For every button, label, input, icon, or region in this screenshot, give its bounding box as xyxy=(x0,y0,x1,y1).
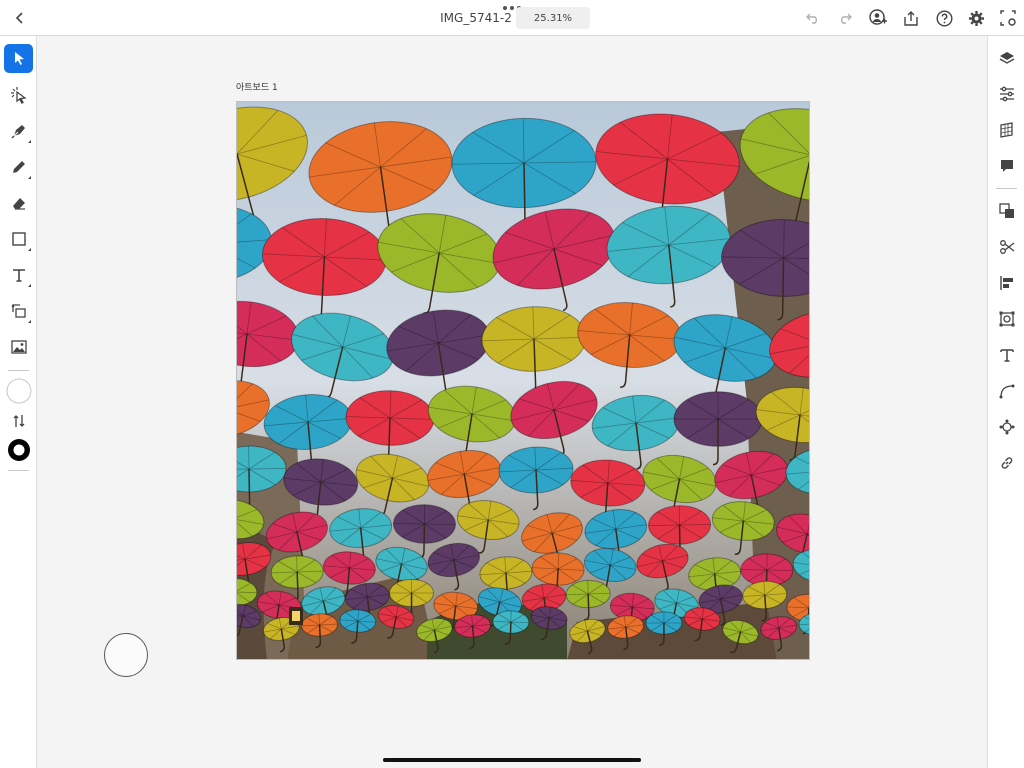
transform-panel-button[interactable] xyxy=(994,306,1020,332)
type-settings-icon xyxy=(1000,349,1014,362)
touch-indicator[interactable] xyxy=(104,633,148,677)
type-tool[interactable] xyxy=(4,260,33,289)
stroke-color-swatch[interactable] xyxy=(4,435,33,464)
layers-icon xyxy=(999,52,1015,64)
symbol-icon xyxy=(999,419,1015,435)
pencil-tool[interactable] xyxy=(4,152,33,181)
rectangle-icon xyxy=(11,231,26,246)
settings-button[interactable] xyxy=(965,7,987,29)
invite-button[interactable] xyxy=(867,7,889,29)
align-panel-button[interactable] xyxy=(994,270,1020,296)
links-panel-button[interactable] xyxy=(994,450,1020,476)
fill-swatch-icon xyxy=(6,378,31,403)
link-icon xyxy=(1001,457,1013,469)
pathfinder-panel-button[interactable] xyxy=(994,198,1020,224)
place-image-tool[interactable] xyxy=(4,332,33,361)
properties-panel-button[interactable] xyxy=(994,81,1020,107)
pathfinder-icon xyxy=(999,203,1014,218)
eraser-icon xyxy=(12,197,25,210)
swap-colors-button[interactable] xyxy=(4,406,33,435)
symbols-panel-button[interactable] xyxy=(994,414,1020,440)
share-icon xyxy=(904,10,918,26)
artboard-label[interactable]: 아트보드 1 xyxy=(236,80,278,93)
help-button[interactable] xyxy=(933,7,955,29)
type-panel-button[interactable] xyxy=(994,342,1020,368)
left-toolbar xyxy=(0,36,37,768)
chevron-left-icon xyxy=(15,12,23,24)
rectangle-tool[interactable] xyxy=(4,224,33,253)
eraser-tool[interactable] xyxy=(4,188,33,217)
fill-color-swatch[interactable] xyxy=(4,376,33,405)
preview-icon xyxy=(1000,10,1016,26)
cursor-arrow-icon xyxy=(14,52,24,65)
right-toolbar xyxy=(987,36,1024,768)
image-icon xyxy=(10,339,27,354)
share-button[interactable] xyxy=(900,7,922,29)
gear-icon xyxy=(968,10,984,26)
back-button[interactable] xyxy=(8,6,32,30)
artboard[interactable] xyxy=(236,101,810,660)
magic-select-icon xyxy=(10,86,27,104)
select-tool[interactable] xyxy=(4,44,33,73)
curvature-panel-button[interactable] xyxy=(994,378,1020,404)
help-icon xyxy=(935,9,953,27)
libraries-icon xyxy=(1000,122,1013,138)
redo-icon xyxy=(841,13,852,24)
top-bar: IMG_5741-2 25.31% xyxy=(0,0,1024,36)
libraries-panel-button[interactable] xyxy=(994,117,1020,143)
direct-select-tool[interactable] xyxy=(4,80,33,109)
undo-button[interactable] xyxy=(802,7,824,29)
umbrella-photo[interactable] xyxy=(237,102,810,660)
curve-icon xyxy=(999,384,1015,399)
redo-button[interactable] xyxy=(834,7,856,29)
swap-arrows-icon xyxy=(13,414,24,427)
device-preview-button[interactable] xyxy=(997,7,1019,29)
zoom-level[interactable]: 25.31% xyxy=(516,7,590,29)
stroke-swatch-icon xyxy=(7,438,30,461)
undo-icon xyxy=(806,13,817,24)
sliders-icon xyxy=(1000,86,1014,102)
pencil-icon xyxy=(12,160,25,173)
comments-panel-button[interactable] xyxy=(994,153,1020,179)
invite-user-icon xyxy=(869,9,887,25)
pen-icon xyxy=(11,124,25,138)
transform-tool[interactable] xyxy=(4,296,33,325)
align-left-icon xyxy=(1000,276,1013,290)
type-icon xyxy=(12,268,25,282)
document-title[interactable]: IMG_5741-2 xyxy=(440,11,512,25)
home-indicator[interactable] xyxy=(383,758,641,762)
comment-icon xyxy=(1001,160,1013,172)
scissors-icon xyxy=(1000,240,1015,254)
pen-tool[interactable] xyxy=(4,116,33,145)
transform-icon xyxy=(11,303,26,318)
transform-box-icon xyxy=(999,311,1015,327)
cut-tools-button[interactable] xyxy=(994,234,1020,260)
layers-panel-button[interactable] xyxy=(994,45,1020,71)
